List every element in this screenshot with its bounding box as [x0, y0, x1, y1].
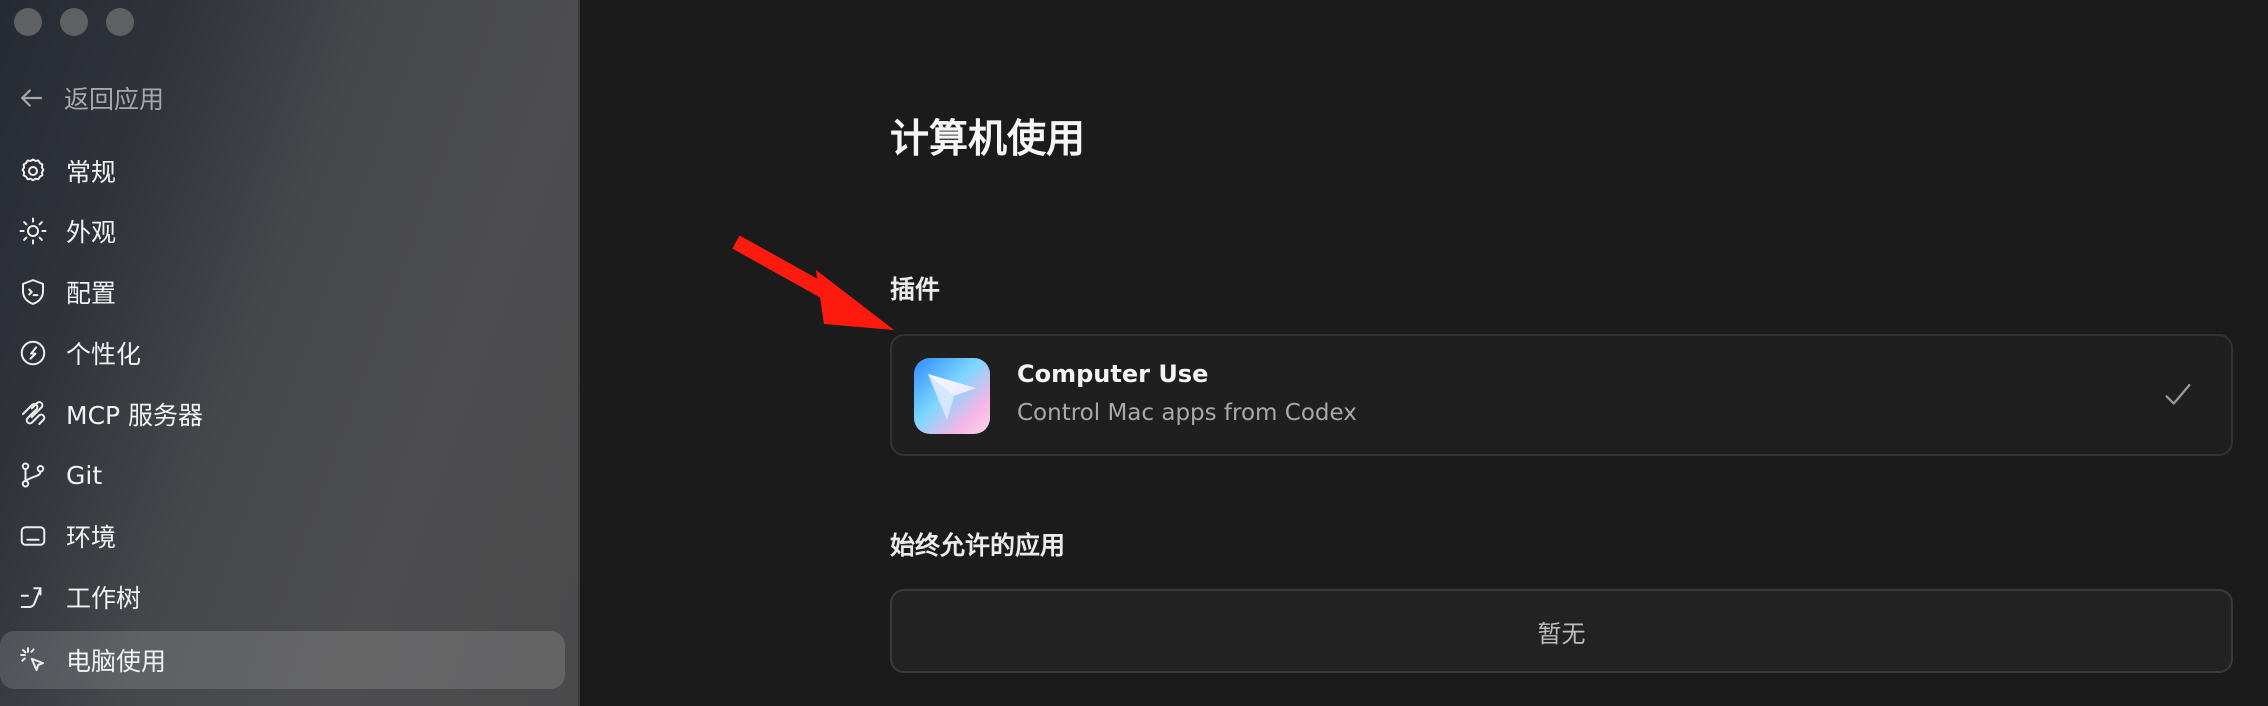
- sidebar-item-git[interactable]: Git: [0, 446, 565, 504]
- allowed-apps-empty-state: 暂无: [890, 589, 2233, 673]
- computer-use-logo: [914, 358, 990, 434]
- close-window-button[interactable]: [14, 8, 42, 36]
- arrow-left-icon: [21, 89, 43, 107]
- back-to-app-label: 返回应用: [64, 85, 165, 114]
- settings-content: 计算机使用 插件 Computer Use Control Mac apps f…: [580, 0, 2268, 706]
- sidebar-item-label: 环境: [66, 523, 117, 552]
- sidebar-item-label: MCP 服务器: [66, 401, 204, 430]
- sun-icon: [16, 214, 50, 248]
- plugin-card-computer-use[interactable]: Computer Use Control Mac apps from Codex: [890, 334, 2233, 456]
- sidebar-item-label: 常规: [66, 158, 117, 187]
- sidebar-item-label: 电脑使用: [66, 647, 167, 676]
- cursor-click-icon: [16, 643, 50, 677]
- shield-terminal-icon: [16, 275, 50, 309]
- page-title: 计算机使用: [890, 117, 1086, 162]
- sidebar-item-label: 配置: [66, 279, 117, 308]
- git-branch-icon: [16, 458, 50, 492]
- zoom-window-button[interactable]: [106, 8, 134, 36]
- plugin-description: Control Mac apps from Codex: [1017, 400, 1357, 426]
- annotation-arrow-icon: [732, 235, 894, 330]
- window-controls: [14, 8, 134, 36]
- sidebar-item-mcp[interactable]: MCP 服务器: [0, 385, 565, 443]
- sidebar-item-general[interactable]: 常规: [0, 142, 565, 200]
- personalization-icon: [16, 336, 50, 370]
- sidebar-item-label: Git: [66, 460, 103, 490]
- plugin-name: Computer Use: [1017, 360, 1209, 388]
- sidebar-item-worktree[interactable]: 工作树: [0, 568, 565, 626]
- sidebar-item-label: 外观: [66, 218, 117, 247]
- terminal-window-icon: [16, 519, 50, 553]
- worktree-icon: [16, 580, 50, 614]
- sidebar-item-config[interactable]: 配置: [0, 263, 565, 321]
- sidebar-item-label: 个性化: [66, 340, 142, 369]
- sidebar-item-personalization[interactable]: 个性化: [0, 324, 565, 382]
- settings-window: 返回应用 常规 外观 配置 个性化 MCP 服务器 Git 环境 工作树 电脑使…: [0, 0, 2268, 706]
- sidebar-item-label: 工作树: [66, 584, 142, 613]
- back-to-app-button[interactable]: 返回应用: [16, 78, 164, 118]
- sidebar-item-appearance[interactable]: 外观: [0, 202, 565, 260]
- minimize-window-button[interactable]: [60, 8, 88, 36]
- empty-state-text: 暂无: [1537, 619, 1586, 648]
- mcp-icon: [16, 397, 50, 431]
- checkmark-icon[interactable]: [2161, 378, 2195, 412]
- allowed-apps-section-title: 始终允许的应用: [890, 531, 1066, 560]
- sidebar-item-environment[interactable]: 环境: [0, 507, 565, 565]
- gear-icon: [16, 154, 50, 188]
- sidebar-item-computer-use[interactable]: 电脑使用: [0, 631, 565, 689]
- sidebar: 返回应用 常规 外观 配置 个性化 MCP 服务器 Git 环境 工作树 电脑使…: [0, 0, 580, 706]
